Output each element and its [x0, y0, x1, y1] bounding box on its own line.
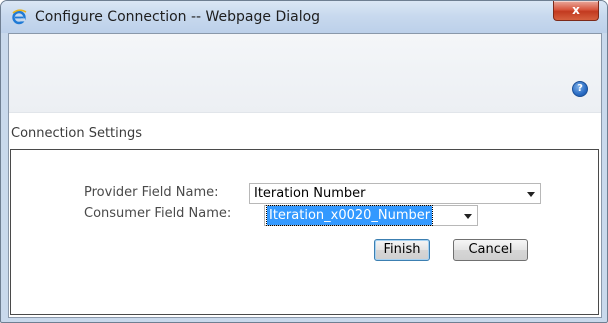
close-button[interactable]: x — [553, 1, 599, 21]
internet-explorer-icon — [11, 9, 27, 25]
help-icon-glyph: ? — [577, 83, 583, 94]
connection-settings-heading: Connection Settings — [11, 126, 143, 141]
consumer-field-label: Consumer Field Name: — [84, 206, 232, 221]
consumer-field-select[interactable]: Iteration_x0020_Number — [264, 205, 478, 226]
provider-field-select[interactable]: Iteration Number — [249, 183, 541, 204]
cancel-button[interactable]: Cancel — [453, 239, 528, 261]
finish-button[interactable]: Finish — [374, 239, 430, 261]
help-icon[interactable]: ? — [572, 81, 588, 97]
header-ribbon: ? — [9, 34, 601, 113]
provider-field-label: Provider Field Name: — [84, 185, 219, 200]
title-bar[interactable]: Configure Connection -- Webpage Dialog x — [1, 1, 607, 33]
chevron-down-icon — [464, 214, 472, 219]
provider-field-value: Iteration Number — [254, 186, 366, 201]
close-icon: x — [572, 3, 580, 17]
dialog-window: Configure Connection -- Webpage Dialog x… — [0, 0, 608, 323]
consumer-field-value: Iteration_x0020_Number — [265, 205, 434, 226]
dialog-content: ? Connection Settings Provider Field Nam… — [8, 33, 602, 318]
chevron-down-icon — [527, 192, 535, 197]
connection-settings-panel: Provider Field Name: Iteration Number Co… — [10, 149, 599, 315]
window-title: Configure Connection -- Webpage Dialog — [35, 9, 321, 25]
